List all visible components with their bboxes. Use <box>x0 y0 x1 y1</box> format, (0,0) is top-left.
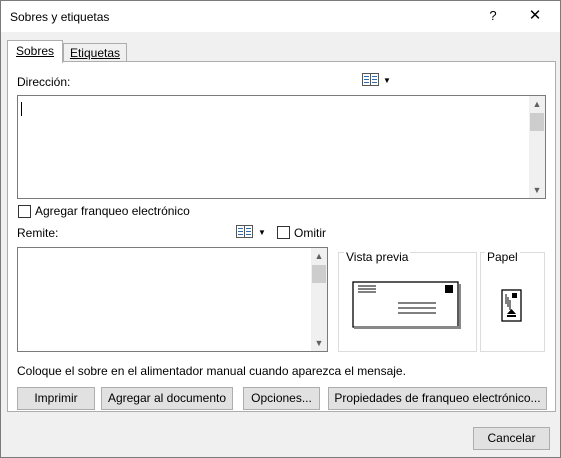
electronic-postage-checkbox[interactable] <box>18 205 31 218</box>
electronic-postage-label: Agregar franqueo electrónico <box>35 204 190 218</box>
envelopes-dialog: Sobres y etiquetas ? ✕ Sobres Etiquetas … <box>0 0 561 458</box>
feed-group[interactable]: Papel <box>480 250 545 352</box>
title-bar: Sobres y etiquetas ? ✕ <box>1 1 560 32</box>
envelope-preview-icon <box>352 281 461 329</box>
scroll-up-icon[interactable]: ▲ <box>529 96 545 112</box>
scroll-down-icon[interactable]: ▼ <box>529 182 545 198</box>
feed-instruction: Coloque el sobre en el alimentador manua… <box>17 364 406 378</box>
preview-group[interactable]: Vista previa <box>338 250 477 352</box>
return-address-scrollbar[interactable]: ▲ ▼ <box>311 248 327 351</box>
return-address-book-icon[interactable] <box>236 225 254 242</box>
scroll-down-icon[interactable]: ▼ <box>311 335 327 351</box>
address-textarea[interactable]: ▲ ▼ <box>17 95 546 199</box>
address-book-icon[interactable] <box>362 73 380 90</box>
close-button[interactable]: ✕ <box>521 5 549 27</box>
scroll-up-icon[interactable]: ▲ <box>311 248 327 264</box>
text-caret <box>21 102 22 116</box>
tab-sobres[interactable]: Sobres <box>7 40 63 63</box>
return-address-book-dropdown-icon[interactable]: ▼ <box>258 228 266 237</box>
cancel-button[interactable]: Cancelar <box>473 427 550 450</box>
options-button[interactable]: Opciones... <box>243 387 320 410</box>
print-button[interactable]: Imprimir <box>17 387 95 410</box>
preview-label: Vista previa <box>344 250 411 264</box>
return-address-textarea[interactable]: ▲ ▼ <box>17 247 328 352</box>
help-button[interactable]: ? <box>483 6 503 26</box>
add-to-document-button[interactable]: Agregar al documento <box>101 387 233 410</box>
address-scrollbar[interactable]: ▲ ▼ <box>529 96 545 198</box>
feed-method-icon <box>501 289 522 322</box>
tab-label: Etiquetas <box>69 46 121 60</box>
tab-etiquetas[interactable]: Etiquetas <box>63 43 127 62</box>
address-label: Dirección: <box>17 75 71 89</box>
tab-label: Sobres <box>15 44 55 58</box>
omit-label: Omitir <box>294 226 326 240</box>
feed-label: Papel <box>485 250 520 264</box>
scroll-thumb[interactable] <box>530 113 544 131</box>
omit-checkbox[interactable] <box>277 226 290 239</box>
scroll-thumb[interactable] <box>312 265 326 283</box>
dialog-title: Sobres y etiquetas <box>10 10 110 24</box>
return-address-label: Remite: <box>17 226 59 240</box>
postage-properties-button[interactable]: Propiedades de franqueo electrónico... <box>328 387 547 410</box>
address-book-dropdown-icon[interactable]: ▼ <box>383 76 391 85</box>
envelopes-panel: Dirección: ▼ ▲ ▼ Agregar franqueo electr… <box>7 61 556 412</box>
